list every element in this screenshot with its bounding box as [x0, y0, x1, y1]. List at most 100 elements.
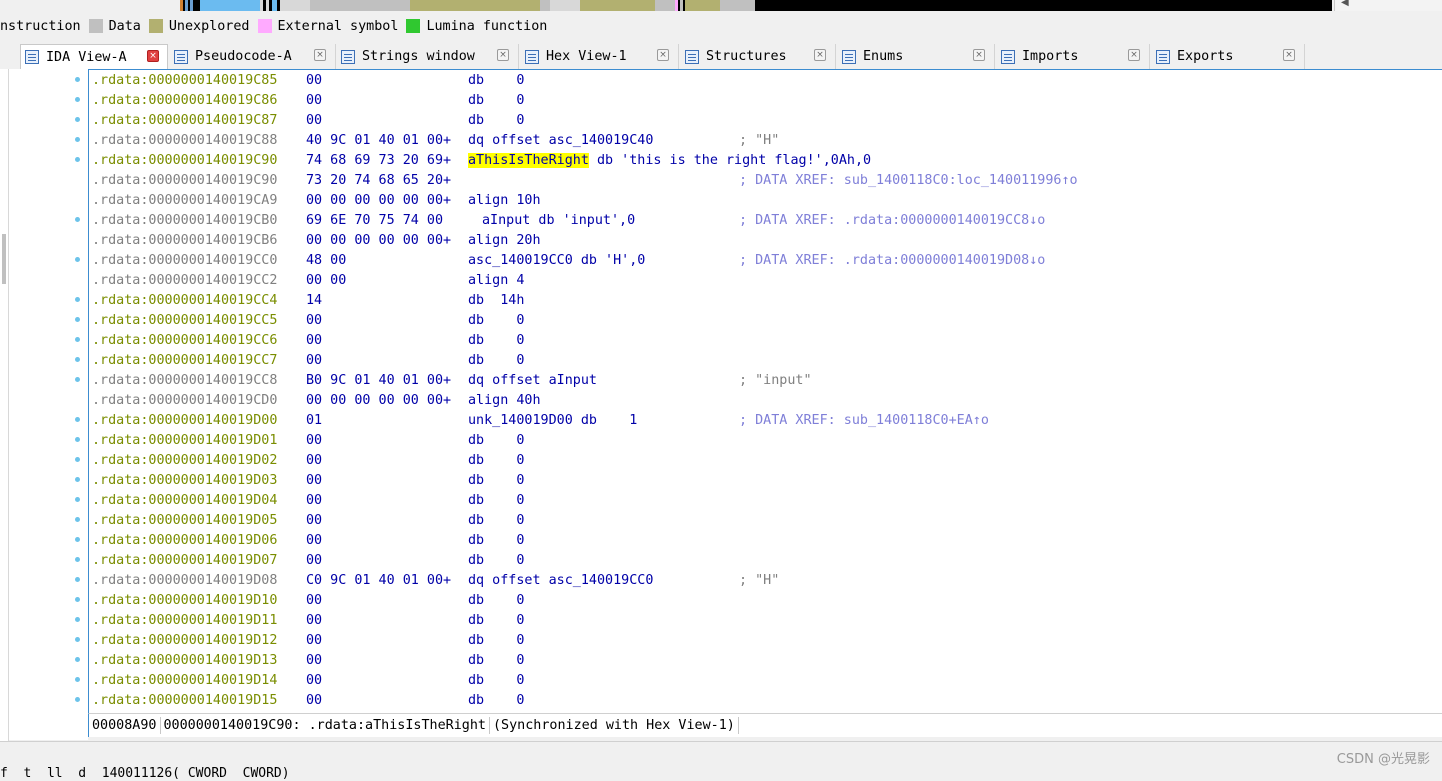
- line-instruction[interactable]: db 0: [468, 91, 524, 111]
- breakpoint-dot[interactable]: [75, 357, 80, 362]
- line-instruction[interactable]: aThisIsTheRight db 'this is the right fl…: [468, 151, 871, 171]
- close-icon[interactable]: ×: [814, 49, 826, 61]
- breakpoint-dot[interactable]: [75, 417, 80, 422]
- line-instruction[interactable]: aInput db 'input',0: [482, 211, 635, 231]
- line-instruction[interactable]: db 0: [468, 351, 524, 371]
- line-instruction[interactable]: db 0: [468, 511, 524, 531]
- line-instruction[interactable]: dq offset aInput: [468, 371, 597, 391]
- line-instruction[interactable]: db 0: [468, 551, 524, 571]
- breakpoint-dot[interactable]: [75, 217, 80, 222]
- line-instruction[interactable]: unk_140019D00 db 1: [468, 411, 637, 431]
- breakpoint-dot[interactable]: [75, 257, 80, 262]
- line-instruction[interactable]: align 20h: [468, 231, 541, 251]
- line-bytes: 00: [306, 113, 323, 128]
- breakpoint-dot[interactable]: [75, 657, 80, 662]
- breakpoint-dot[interactable]: [75, 117, 80, 122]
- line-address: .rdata:0000000140019CC8: [92, 373, 278, 388]
- breakpoint-dot[interactable]: [75, 537, 80, 542]
- line-instruction[interactable]: db 0: [468, 631, 524, 651]
- line-instruction[interactable]: db 0: [468, 71, 524, 91]
- tab-hex-view-1[interactable]: Hex View-1 ×: [521, 44, 679, 69]
- legend-item: External symbol: [257, 19, 398, 34]
- highlighted-label[interactable]: aThisIsTheRight: [468, 153, 589, 168]
- line-instruction[interactable]: db 0: [468, 611, 524, 631]
- line-instruction[interactable]: db 0: [468, 431, 524, 451]
- breakpoint-dot[interactable]: [75, 617, 80, 622]
- line-bytes: 00: [306, 333, 323, 348]
- tab-structures[interactable]: Structures ×: [681, 44, 836, 69]
- line-instruction[interactable]: db 0: [468, 331, 524, 351]
- line-address: .rdata:0000000140019D06: [92, 533, 278, 548]
- line-comment: ; DATA XREF: .rdata:0000000140019D08↓o: [739, 253, 1046, 268]
- breakpoint-dot[interactable]: [75, 517, 80, 522]
- tab-exports[interactable]: Exports ×: [1152, 44, 1305, 69]
- tab-strings-window[interactable]: Strings window ×: [337, 44, 519, 69]
- line-instruction[interactable]: db 0: [468, 531, 524, 551]
- navigation-band-scroll[interactable]: ◀: [1334, 0, 1442, 11]
- line-instruction[interactable]: align 4: [468, 271, 524, 291]
- line-instruction[interactable]: db 0: [468, 491, 524, 511]
- line-instruction[interactable]: align 40h: [468, 391, 541, 411]
- tab-pseudocode-a[interactable]: Pseudocode-A ×: [170, 44, 336, 69]
- breakpoint-dot[interactable]: [75, 697, 80, 702]
- line-bytes: 40 9C 01 40 01 00+: [306, 133, 452, 148]
- breakpoint-dot[interactable]: [75, 557, 80, 562]
- breakpoint-dot[interactable]: [75, 437, 80, 442]
- line-instruction[interactable]: dq offset asc_140019CC0: [468, 571, 653, 591]
- close-icon[interactable]: ×: [657, 49, 669, 61]
- line-bytes: 00 00 00 00 00 00+: [306, 233, 452, 248]
- left-scrollbar[interactable]: [0, 69, 9, 741]
- navigation-band[interactable]: [180, 0, 1332, 11]
- breakpoint-dot[interactable]: [75, 457, 80, 462]
- tab-enums[interactable]: Enums ×: [838, 44, 995, 69]
- close-icon[interactable]: ×: [973, 49, 985, 61]
- breakpoint-dot[interactable]: [75, 157, 80, 162]
- close-icon[interactable]: ×: [1128, 49, 1140, 61]
- breakpoint-dot[interactable]: [75, 97, 80, 102]
- breakpoint-dot[interactable]: [75, 297, 80, 302]
- left-scrollbar-thumb[interactable]: [2, 234, 6, 284]
- breakpoint-dot[interactable]: [75, 637, 80, 642]
- close-icon[interactable]: ×: [147, 50, 159, 62]
- line-instruction[interactable]: asc_140019CC0 db 'H',0: [468, 251, 645, 271]
- line-instruction[interactable]: db 0: [468, 671, 524, 691]
- breakpoint-dot[interactable]: [75, 677, 80, 682]
- breakpoint-dot[interactable]: [75, 497, 80, 502]
- line-address: .rdata:0000000140019CC6: [92, 333, 278, 348]
- breakpoint-dot[interactable]: [75, 77, 80, 82]
- legend-item: Lumina function: [406, 19, 547, 34]
- breakpoint-dot[interactable]: [75, 317, 80, 322]
- navigation-band-segment: [675, 0, 678, 11]
- line-instruction[interactable]: db 0: [468, 591, 524, 611]
- breakpoint-dot[interactable]: [75, 477, 80, 482]
- close-icon[interactable]: ×: [1283, 49, 1295, 61]
- line-instruction[interactable]: db 0: [468, 111, 524, 131]
- legend-label: Data: [108, 18, 141, 34]
- disassembly-listing[interactable]: .rdata:0000000140019C85 00 db 0 .rdata:0000…: [88, 69, 1442, 714]
- breakpoint-dot[interactable]: [75, 377, 80, 382]
- line-bytes: 00: [306, 93, 323, 108]
- line-bytes: 00: [306, 553, 323, 568]
- navigation-band-segment: [280, 0, 310, 11]
- scroll-left-icon[interactable]: ◀: [1341, 0, 1349, 8]
- line-bytes: 14: [306, 293, 323, 308]
- breakpoint-dot[interactable]: [75, 337, 80, 342]
- line-address: .rdata:0000000140019CB0: [92, 213, 278, 228]
- tab-imports[interactable]: Imports ×: [997, 44, 1150, 69]
- line-instruction[interactable]: db 14h: [468, 291, 524, 311]
- tab-ida-view-a[interactable]: IDA View-A ×: [20, 44, 168, 69]
- tab-bar: IDA View-A × Pseudocode-A × Strings window × H…: [0, 42, 1442, 69]
- line-instruction[interactable]: db 0: [468, 471, 524, 491]
- line-instruction[interactable]: db 0: [468, 651, 524, 671]
- line-instruction[interactable]: align 10h: [468, 191, 541, 211]
- breakpoint-dot[interactable]: [75, 137, 80, 142]
- navigation-band-segment: [180, 0, 183, 11]
- breakpoint-dot[interactable]: [75, 597, 80, 602]
- line-instruction[interactable]: db 0: [468, 451, 524, 471]
- line-instruction[interactable]: db 0: [468, 691, 524, 711]
- close-icon[interactable]: ×: [314, 49, 326, 61]
- breakpoint-dot[interactable]: [75, 577, 80, 582]
- line-instruction[interactable]: dq offset asc_140019C40: [468, 131, 653, 151]
- close-icon[interactable]: ×: [497, 49, 509, 61]
- line-instruction[interactable]: db 0: [468, 311, 524, 331]
